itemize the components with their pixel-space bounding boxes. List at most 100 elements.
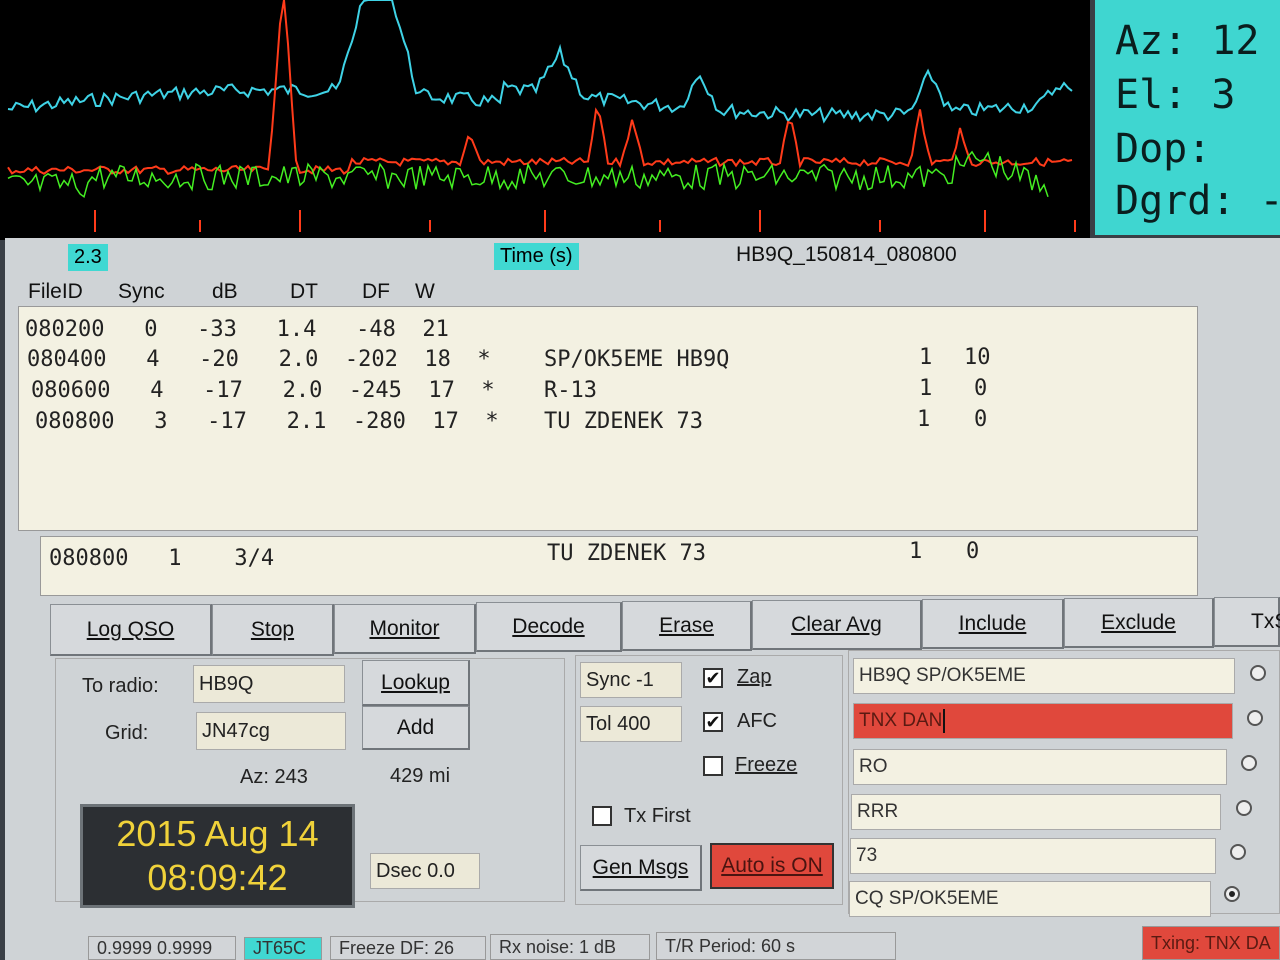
tx-first-checkbox[interactable] — [592, 806, 612, 826]
clear-avg-label: Clear Avg — [791, 612, 882, 636]
log-qso-button[interactable]: Log QSO — [50, 604, 212, 656]
decode-row-n1: 1 — [919, 376, 933, 401]
grid-input[interactable]: JN47cg — [196, 712, 346, 750]
frequency-ticks — [94, 210, 1076, 232]
monitor-button[interactable]: Monitor — [334, 604, 476, 654]
decode-row-text: 080600 4 -17 2.0 -245 17 * — [31, 378, 495, 403]
monitor-label: Monitor — [369, 616, 440, 640]
erase-button[interactable]: Erase — [622, 601, 752, 651]
tx-message-2-text: TNX DAN — [859, 710, 943, 731]
tx-message-1[interactable]: HB9Q SP/OK5EME — [853, 658, 1235, 694]
doppler-readout: Dop: — [1115, 126, 1212, 172]
include-button[interactable]: Include — [922, 599, 1064, 649]
el-readout: El: 3 — [1115, 72, 1236, 118]
tx-message-2-radio[interactable] — [1247, 710, 1263, 726]
zap-label: Zap — [737, 666, 772, 688]
clear-avg-button[interactable]: Clear Avg — [752, 600, 922, 650]
to-radio-label: To radio: — [82, 675, 159, 697]
spectrum-plot[interactable] — [0, 0, 1090, 240]
cyan-spectrum-trace — [7, 0, 1073, 124]
add-label: Add — [396, 715, 435, 739]
col-w: W — [415, 280, 435, 303]
col-dt: DT — [290, 280, 318, 303]
tolerance-spinner[interactable]: Tol 400 — [580, 706, 682, 742]
gen-msgs-button[interactable]: Gen Msgs — [580, 845, 702, 891]
dgrd-readout: Dgrd: - — [1115, 178, 1280, 224]
log-qso-label: Log QSO — [86, 617, 175, 641]
decode-row-text: 080200 0 -33 1.4 -48 21 — [25, 317, 449, 342]
status-levels: 0.9999 0.9999 — [88, 936, 236, 960]
tx-message-3[interactable]: RO — [853, 749, 1227, 785]
red-spectrum-trace — [7, 0, 1073, 175]
erase-label: Erase — [659, 613, 714, 637]
clock-time: 08:09:42 — [147, 857, 288, 898]
tx-message-4[interactable]: RRR — [851, 794, 1221, 830]
decode-button[interactable]: Decode — [476, 602, 622, 652]
add-button[interactable]: Add — [362, 706, 470, 750]
tx-message-2[interactable]: TNX DAN — [853, 703, 1233, 739]
time-axis-label: Time (s) — [494, 243, 579, 270]
average-row-n1: 1 — [909, 539, 923, 564]
tx-message-1-radio[interactable] — [1250, 665, 1266, 681]
average-row-text: 080800 1 3/4 — [49, 546, 275, 571]
include-label: Include — [958, 611, 1027, 635]
tx-message-3-radio[interactable] — [1241, 755, 1257, 771]
clock-date: 2015 Aug 14 — [116, 813, 319, 854]
scale-value: 2.3 — [68, 244, 108, 271]
lookup-label: Lookup — [381, 670, 450, 694]
astro-panel: Az: 12 El: 3 Dop: Dgrd: - — [1095, 0, 1280, 235]
tx-message-5[interactable]: 73 — [850, 838, 1216, 874]
sync-spinner[interactable]: Sync -1 — [580, 662, 682, 698]
decode-row-n1: 1 — [919, 345, 933, 370]
decode-row-message: SP/OK5EME HB9Q — [544, 347, 730, 372]
average-row-n2: 0 — [966, 539, 980, 564]
tx-message-6-radio[interactable] — [1224, 886, 1240, 902]
status-rx-noise: Rx noise: 1 dB — [490, 934, 650, 960]
col-fileid: FileID — [28, 280, 83, 303]
lookup-button[interactable]: Lookup — [362, 660, 470, 706]
afc-checkbox[interactable]: ✔ — [703, 712, 723, 732]
status-tr-period: T/R Period: 60 s — [656, 932, 896, 960]
decode-row-n2: 0 — [974, 376, 988, 401]
zap-checkbox[interactable]: ✔ — [703, 668, 723, 688]
freeze-label: Freeze — [735, 754, 798, 776]
exclude-button[interactable]: Exclude — [1064, 598, 1214, 648]
tx-message-6[interactable]: CQ SP/OK5EME — [849, 881, 1211, 917]
decode-row-text: 080800 3 -17 2.1 -280 17 * — [35, 409, 499, 434]
spectrum-graph — [7, 0, 1076, 232]
auto-tx-button[interactable]: Auto is ON — [710, 843, 834, 889]
col-df: DF — [362, 280, 390, 303]
exclude-label: Exclude — [1101, 610, 1176, 634]
text-cursor — [943, 709, 946, 733]
average-text-area[interactable]: 080800 1 3/4 TU ZDENEK 73 1 0 — [40, 536, 1198, 596]
az-readout: Az: 12 — [1115, 18, 1260, 64]
decode-row-n1: 1 — [917, 407, 931, 432]
status-txing: Txing: TNX DA — [1142, 926, 1280, 960]
stop-label: Stop — [250, 617, 295, 641]
decode-row-message: TU ZDENEK 73 — [544, 409, 703, 434]
decode-row-text: 080400 4 -20 2.0 -202 18 * — [27, 347, 491, 372]
utc-clock: 2015 Aug 14 08:09:42 — [80, 804, 355, 908]
average-row-message: TU ZDENEK 73 — [547, 541, 706, 566]
stop-button[interactable]: Stop — [212, 604, 334, 656]
decoded-text-area[interactable]: 080200 0 -33 1.4 -48 21 080400 4 -20 2.0… — [18, 306, 1198, 531]
col-sync: Sync — [118, 280, 165, 303]
file-name: HB9Q_150814_080800 — [736, 243, 957, 266]
status-freeze-df: Freeze DF: 26 — [330, 936, 486, 960]
freeze-checkbox[interactable] — [703, 756, 723, 776]
col-db: dB — [212, 280, 238, 303]
tx-message-5-radio[interactable] — [1230, 844, 1246, 860]
decode-row-message: R-13 — [544, 378, 597, 403]
status-mode: JT65C — [244, 937, 322, 960]
grid-label: Grid: — [105, 722, 149, 744]
tx-message-4-radio[interactable] — [1236, 800, 1252, 816]
green-spectrum-trace — [7, 150, 1049, 199]
tx-first-label: Tx First — [624, 805, 691, 827]
decode-label: Decode — [512, 614, 585, 638]
to-radio-input[interactable]: HB9Q — [193, 665, 345, 703]
dsec-field[interactable]: Dsec 0.0 — [370, 853, 480, 889]
gen-msgs-label: Gen Msgs — [592, 855, 689, 879]
decode-row-n2: 0 — [974, 407, 988, 432]
auto-tx-label: Auto is ON — [721, 854, 823, 877]
tx-stop-button[interactable]: TxS — [1214, 597, 1280, 647]
